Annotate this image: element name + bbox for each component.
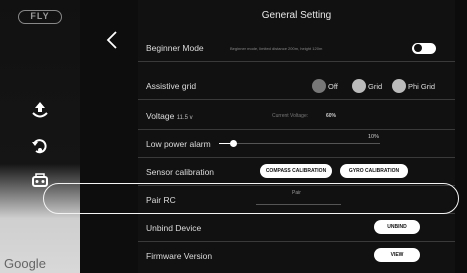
slider-fill <box>219 143 230 144</box>
compass-calibration-button[interactable]: COMPASS CALIBRATION <box>260 164 332 178</box>
return-home-icon[interactable] <box>30 136 50 156</box>
pair-rc-highlight-outline <box>43 183 459 214</box>
grid-option-off[interactable]: Off <box>312 78 338 94</box>
toggle-knob <box>414 44 422 52</box>
beginner-mode-label: Beginner Mode <box>146 43 204 53</box>
radio-icon <box>392 79 406 93</box>
gyro-calibration-button[interactable]: GYRO CALIBRATION <box>340 164 408 178</box>
beginner-mode-toggle[interactable] <box>412 43 436 54</box>
low-power-slider-track[interactable] <box>230 143 380 144</box>
radio-selected-icon <box>312 79 326 93</box>
beginner-mode-note: Beginner mode, limited distance 200m, he… <box>230 46 323 51</box>
beginner-mode-row: Beginner Mode Beginner mode, limited dis… <box>138 34 455 62</box>
grid-option-label: Grid <box>368 81 383 91</box>
voltage-value: 11.5 v <box>176 115 193 121</box>
map-attribution: Google <box>4 256 46 271</box>
current-voltage-label: Current Voltage: <box>272 113 309 119</box>
grid-option-phi-grid[interactable]: Phi Grid <box>392 78 435 94</box>
sensor-calibration-row: Sensor calibration COMPASS CALIBRATION G… <box>138 158 455 186</box>
sensor-calibration-label: Sensor calibration <box>146 167 215 177</box>
radio-icon <box>352 79 366 93</box>
brand-logo: FLY <box>18 10 62 24</box>
settings-panel: General Setting Beginner Mode Beginner m… <box>138 0 455 273</box>
left-rail: FLY Google <box>0 0 80 273</box>
voltage-title: Voltage <box>146 111 175 121</box>
unbind-device-row: Unbind Device UNBIND <box>138 214 455 242</box>
low-power-slider-handle[interactable] <box>230 140 237 147</box>
firmware-version-row: Firmware Version VIEW <box>138 242 455 270</box>
unbind-device-label: Unbind Device <box>146 223 202 233</box>
assistive-grid-label: Assistive grid <box>146 81 197 91</box>
takeoff-icon[interactable] <box>30 100 50 120</box>
panel-title: General Setting <box>261 10 332 21</box>
grid-option-label: Phi Grid <box>408 81 436 91</box>
grid-option-grid[interactable]: Grid <box>352 78 382 94</box>
voltage-label: Voltage 11.5 v <box>146 102 193 132</box>
low-power-alarm-label: Low power alarm <box>146 139 211 149</box>
right-strip <box>455 0 467 273</box>
grid-option-label: Off <box>328 81 338 91</box>
chevron-left-icon <box>106 31 117 49</box>
current-voltage-value: 60% <box>326 113 337 119</box>
view-firmware-button[interactable]: VIEW <box>374 248 420 262</box>
unbind-button[interactable]: UNBIND <box>374 220 420 234</box>
voltage-row: Voltage 11.5 v Current Voltage: 60% <box>138 102 455 130</box>
low-power-alarm-row: Low power alarm 10% <box>138 130 455 158</box>
firmware-version-label: Firmware Version <box>146 251 213 261</box>
low-power-alarm-value: 10% <box>368 134 380 140</box>
back-button[interactable] <box>100 28 124 52</box>
assistive-grid-row: Assistive grid Off Grid Phi Grid <box>138 72 455 100</box>
